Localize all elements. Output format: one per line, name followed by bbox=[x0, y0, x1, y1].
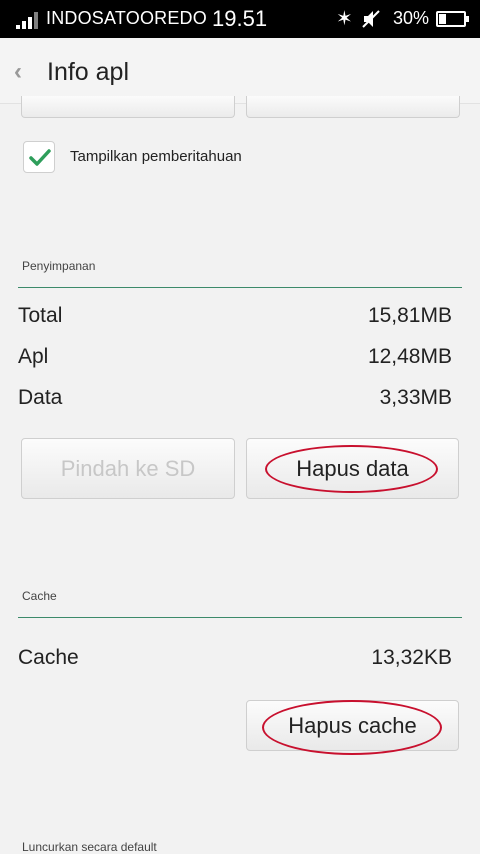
force-stop-button[interactable] bbox=[21, 96, 235, 118]
battery-icon bbox=[436, 11, 469, 27]
status-bar: INDOSATOOREDO 19.51 ✶ 30% bbox=[0, 0, 480, 38]
battery-percent: 30% bbox=[393, 8, 430, 28]
back-icon[interactable]: ‹ bbox=[14, 58, 22, 86]
storage-section-label: Penyimpanan bbox=[22, 259, 96, 273]
storage-app-label: Apl bbox=[18, 345, 49, 368]
signal-icon bbox=[16, 11, 42, 29]
cache-divider bbox=[18, 617, 462, 618]
launch-default-section-label: Luncurkan secara default bbox=[22, 840, 157, 854]
clear-cache-button[interactable]: Hapus cache bbox=[246, 700, 459, 751]
cache-label: Cache bbox=[18, 646, 79, 669]
move-to-sd-button[interactable]: Pindah ke SD bbox=[21, 438, 235, 499]
clear-data-button[interactable]: Hapus data bbox=[246, 438, 459, 499]
storage-data-label: Data bbox=[18, 386, 63, 409]
cache-section-label: Cache bbox=[22, 589, 57, 603]
page-title: Info apl bbox=[47, 58, 130, 86]
storage-data-value: 3,33MB bbox=[379, 386, 452, 409]
storage-app-value: 12,48MB bbox=[367, 345, 452, 368]
uninstall-button[interactable] bbox=[246, 96, 460, 118]
app-bar: ‹ Info apl bbox=[0, 38, 480, 104]
notification-checkbox[interactable] bbox=[23, 141, 55, 173]
status-time: 19.51 bbox=[212, 6, 268, 31]
check-icon bbox=[29, 149, 51, 166]
cache-value: 13,32KB bbox=[371, 646, 452, 669]
carrier-name: INDOSATOOREDO bbox=[46, 8, 207, 28]
storage-total-value: 15,81MB bbox=[367, 304, 452, 327]
storage-total-label: Total bbox=[18, 304, 63, 327]
bluetooth-icon: ✶ bbox=[336, 8, 353, 30]
mute-icon bbox=[362, 10, 380, 28]
notification-label: Tampilkan pemberitahuan bbox=[70, 148, 242, 165]
storage-divider bbox=[18, 287, 462, 288]
